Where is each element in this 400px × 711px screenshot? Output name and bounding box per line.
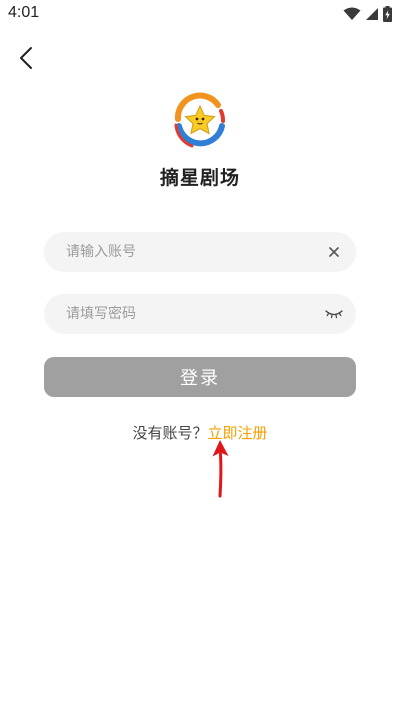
wifi-icon <box>343 7 361 20</box>
clear-account-button[interactable] <box>324 242 344 262</box>
password-input[interactable] <box>66 294 316 334</box>
close-icon <box>329 247 339 257</box>
login-button[interactable]: 登录 <box>44 357 356 397</box>
status-time: 4:01 <box>8 4 40 21</box>
back-button[interactable] <box>12 44 40 72</box>
battery-charging-icon <box>383 6 392 22</box>
account-field[interactable] <box>44 232 356 272</box>
chevron-left-icon <box>20 47 32 69</box>
account-input[interactable] <box>66 232 316 272</box>
app-name: 摘星剧场 <box>159 167 240 189</box>
register-prompt: 没有账号？ <box>132 424 208 442</box>
status-icons <box>343 6 392 22</box>
cell-signal-icon <box>366 8 378 20</box>
status-bar: 4:01 <box>0 0 400 28</box>
eye-closed-icon <box>325 310 343 319</box>
star-logo-icon <box>174 92 225 148</box>
toggle-password-visibility-button[interactable] <box>324 304 344 324</box>
annotation-arrow-icon <box>212 440 229 498</box>
register-row: 没有账号？立即注册 <box>0 422 400 443</box>
password-field[interactable] <box>44 294 356 334</box>
